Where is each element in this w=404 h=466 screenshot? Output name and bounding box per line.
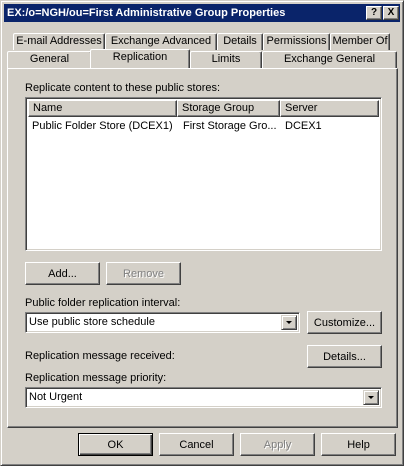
chevron-down-icon[interactable]: [363, 390, 379, 405]
tab-permissions[interactable]: Permissions: [263, 33, 330, 50]
title-bar: EX:/o=NGH/ou=First Administrative Group …: [4, 4, 400, 22]
list-item-storage-group: First Storage Gro...: [183, 120, 277, 132]
tab-replication[interactable]: Replication: [90, 49, 190, 68]
chevron-down-icon[interactable]: [281, 315, 297, 330]
tab-email-addresses[interactable]: E-mail Addresses: [13, 33, 105, 50]
column-header-name[interactable]: Name: [28, 100, 177, 117]
column-header-storage-group[interactable]: Storage Group: [177, 100, 280, 117]
tab-details[interactable]: Details: [217, 33, 263, 50]
tab-limits[interactable]: Limits: [190, 51, 262, 68]
public-stores-list[interactable]: Name Storage Group Server Public Folder …: [25, 97, 382, 251]
close-icon[interactable]: X: [383, 6, 399, 20]
add-button[interactable]: Add...: [25, 262, 100, 285]
details-button[interactable]: Details...: [307, 345, 382, 368]
apply-button[interactable]: Apply: [240, 433, 315, 456]
tab-exchange-advanced[interactable]: Exchange Advanced: [105, 33, 217, 50]
replicate-label: Replicate content to these public stores…: [25, 82, 221, 94]
priority-label: Replication message priority:: [25, 372, 167, 384]
interval-select[interactable]: Use public store schedule: [25, 312, 300, 333]
properties-dialog: EX:/o=NGH/ou=First Administrative Group …: [0, 0, 404, 466]
help-icon[interactable]: ?: [366, 6, 382, 20]
interval-value: Use public store schedule: [29, 316, 155, 328]
priority-value: Not Urgent: [29, 391, 83, 403]
remove-button[interactable]: Remove: [106, 262, 181, 285]
cancel-button[interactable]: Cancel: [159, 433, 234, 456]
tab-general[interactable]: General: [7, 51, 92, 68]
list-item-server: DCEX1: [285, 120, 322, 132]
interval-label: Public folder replication interval:: [25, 297, 181, 309]
list-item-name: Public Folder Store (DCEX1): [32, 120, 173, 132]
received-label: Replication message received:: [25, 350, 175, 362]
customize-button[interactable]: Customize...: [307, 311, 382, 334]
priority-select[interactable]: Not Urgent: [25, 387, 382, 408]
tab-exchange-general[interactable]: Exchange General: [262, 51, 397, 68]
ok-button[interactable]: OK: [78, 433, 153, 456]
help-button[interactable]: Help: [321, 433, 396, 456]
tab-member-of[interactable]: Member Of: [330, 33, 390, 50]
window-title: EX:/o=NGH/ou=First Administrative Group …: [7, 7, 286, 19]
column-header-server[interactable]: Server: [280, 100, 379, 117]
